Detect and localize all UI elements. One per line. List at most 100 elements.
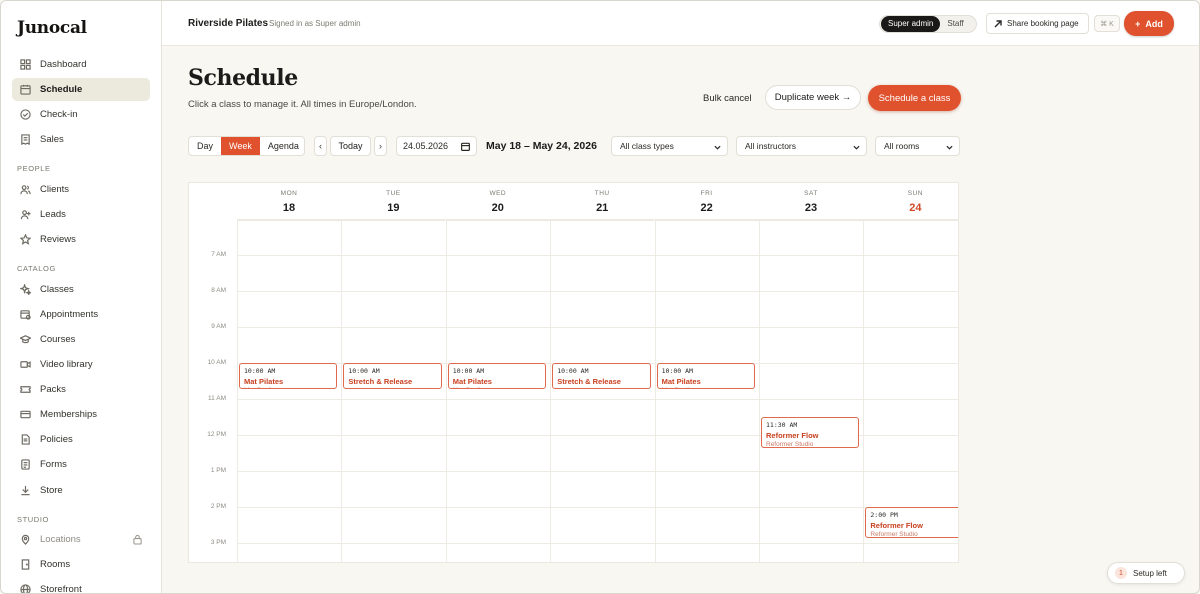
class-event[interactable]: 10:00 AM Mat PilatesMat Studio	[447, 363, 547, 389]
event-time: 11:30 AM	[766, 421, 798, 429]
next-week-button[interactable]: ›	[374, 136, 387, 156]
sidebar-item-video-library[interactable]: Video library	[12, 353, 150, 376]
duplicate-week-button[interactable]: Duplicate week →	[765, 85, 861, 110]
sidebar-item-label: Schedule	[40, 84, 83, 95]
sidebar-item-label: Video library	[40, 359, 93, 370]
role-super-admin[interactable]: Super admin	[881, 16, 941, 32]
event-time: 10:00 AM	[557, 367, 589, 375]
view-day[interactable]: Day	[189, 137, 221, 155]
share-booking-page-button[interactable]: Share booking page	[986, 13, 1089, 34]
sidebar-item-appointments[interactable]: Appointments	[12, 303, 150, 326]
sidebar-item-courses[interactable]: Courses	[12, 328, 150, 351]
class-event[interactable]: 10:00 AM Mat PilatesMat Studio	[239, 363, 338, 389]
sidebar-item-label: Rooms	[40, 559, 71, 570]
sidebar-item-packs[interactable]: Packs	[12, 378, 150, 401]
sidebar-item-check-in[interactable]: Check-in	[12, 103, 150, 126]
class-event[interactable]: 10:00 AM Mat PilatesMat Studio	[656, 363, 755, 389]
setup-left-button[interactable]: 1 Setup left	[1107, 562, 1185, 584]
grid-icon	[20, 59, 31, 70]
sidebar-item-forms[interactable]: Forms	[12, 453, 150, 476]
hour-line	[237, 471, 958, 472]
view-toggle: Day Week Agenda	[188, 136, 305, 156]
event-name: Mat Pilates	[452, 377, 492, 386]
view-agenda[interactable]: Agenda	[260, 137, 304, 155]
date-input[interactable]: 24.05.2026	[396, 136, 477, 156]
day-header-fri[interactable]: FRI 22	[654, 183, 759, 221]
hour-line	[237, 399, 958, 400]
role-staff[interactable]: Staff	[940, 16, 970, 32]
day-header-sun[interactable]: SUN 24	[863, 183, 958, 221]
sidebar-item-label: Forms	[40, 459, 67, 470]
day-name: TUE	[386, 190, 401, 197]
prev-week-button[interactable]: ‹	[314, 136, 327, 156]
event-name: Stretch & Release	[348, 377, 413, 386]
hour-line	[237, 543, 958, 544]
app-window: Junocal Dashboard Schedule Check-in Sale…	[0, 0, 1200, 594]
external-link-icon	[994, 19, 1002, 28]
event-time: 10:00 AM	[348, 367, 380, 375]
instructor-value: All instructors	[745, 141, 797, 151]
sidebar-item-locations[interactable]: Locations	[12, 528, 150, 551]
day-header-sat[interactable]: SAT 23	[759, 183, 863, 221]
sidebar-item-memberships[interactable]: Memberships	[12, 403, 150, 426]
sidebar-item-label: Policies	[40, 434, 73, 445]
event-room: Mat Studio	[453, 387, 541, 388]
week-calendar: MON18TUE19WED20THU21FRI22SAT23SUN246 AM7…	[188, 182, 959, 563]
sidebar-item-schedule[interactable]: Schedule	[12, 78, 150, 101]
sidebar-item-dashboard[interactable]: Dashboard	[12, 53, 150, 76]
sidebar-item-label: Appointments	[40, 309, 99, 320]
day-header-thu[interactable]: THU 21	[550, 183, 655, 221]
sidebar-item-policies[interactable]: Policies	[12, 428, 150, 451]
day-header-wed[interactable]: WED 20	[445, 183, 550, 221]
app-logo[interactable]: Junocal	[17, 18, 87, 38]
instructor-select[interactable]: All instructors	[736, 136, 867, 156]
class-event[interactable]: 2:00 PM Reformer Flow Reformer Studio	[865, 507, 958, 538]
view-week[interactable]: Week	[221, 137, 260, 155]
time-label: 3 PM	[210, 539, 226, 546]
sidebar-item-label: Leads	[40, 209, 66, 220]
time-label: 1 PM	[210, 467, 226, 474]
today-button[interactable]: Today	[330, 136, 371, 156]
sidebar-item-reviews[interactable]: Reviews	[12, 228, 150, 251]
document-icon	[20, 434, 31, 445]
header-corner	[189, 183, 237, 221]
room-select[interactable]: All rooms	[875, 136, 960, 156]
page-title: Schedule	[188, 65, 298, 91]
role-toggle: Super admin Staff	[879, 15, 977, 33]
sidebar-item-label: Reviews	[40, 234, 76, 245]
chevron-down-icon	[946, 143, 953, 150]
section-label-catalog: CATALOG	[17, 264, 56, 273]
sidebar-item-rooms[interactable]: Rooms	[12, 553, 150, 576]
sidebar-item-store[interactable]: Store	[12, 479, 150, 502]
schedule-class-button[interactable]: Schedule a class	[868, 85, 961, 111]
user-plus-icon	[20, 209, 31, 220]
sidebar-item-storefront[interactable]: Storefront	[12, 578, 150, 593]
sidebar-item-label: Courses	[40, 334, 76, 345]
class-event[interactable]: 10:00 AM Stretch & Release	[343, 363, 442, 389]
class-event[interactable]: 10:00 AM Stretch & Release	[552, 363, 651, 389]
day-header-mon[interactable]: MON 18	[237, 183, 341, 221]
day-number: 19	[387, 202, 400, 214]
sidebar-item-classes[interactable]: Classes	[12, 278, 150, 301]
studio-name[interactable]: Riverside Pilates	[188, 18, 268, 29]
sidebar-item-clients[interactable]: Clients	[12, 178, 150, 201]
add-label: Add	[1145, 18, 1163, 29]
class-event[interactable]: 11:30 AM Reformer Flow Reformer Studio	[761, 417, 860, 448]
sidebar-item-leads[interactable]: Leads	[12, 203, 150, 226]
bulk-cancel-button[interactable]: Bulk cancel	[703, 93, 752, 104]
class-type-select[interactable]: All class types	[611, 136, 728, 156]
day-name: THU	[594, 190, 610, 197]
hour-line	[237, 291, 958, 292]
day-name: WED	[489, 190, 507, 197]
add-button[interactable]: + Add	[1124, 11, 1174, 36]
sidebar-item-label: Packs	[40, 384, 66, 395]
video-icon	[20, 359, 31, 370]
sidebar-item-sales[interactable]: Sales	[12, 128, 150, 151]
command-palette-shortcut[interactable]: ⌘ K	[1094, 15, 1120, 32]
card-icon	[20, 409, 31, 420]
form-icon	[20, 459, 31, 470]
sidebar: Junocal Dashboard Schedule Check-in Sale…	[1, 1, 162, 593]
door-icon	[20, 559, 31, 570]
date-range-label: May 18 – May 24, 2026	[486, 140, 597, 152]
day-header-tue[interactable]: TUE 19	[341, 183, 446, 221]
